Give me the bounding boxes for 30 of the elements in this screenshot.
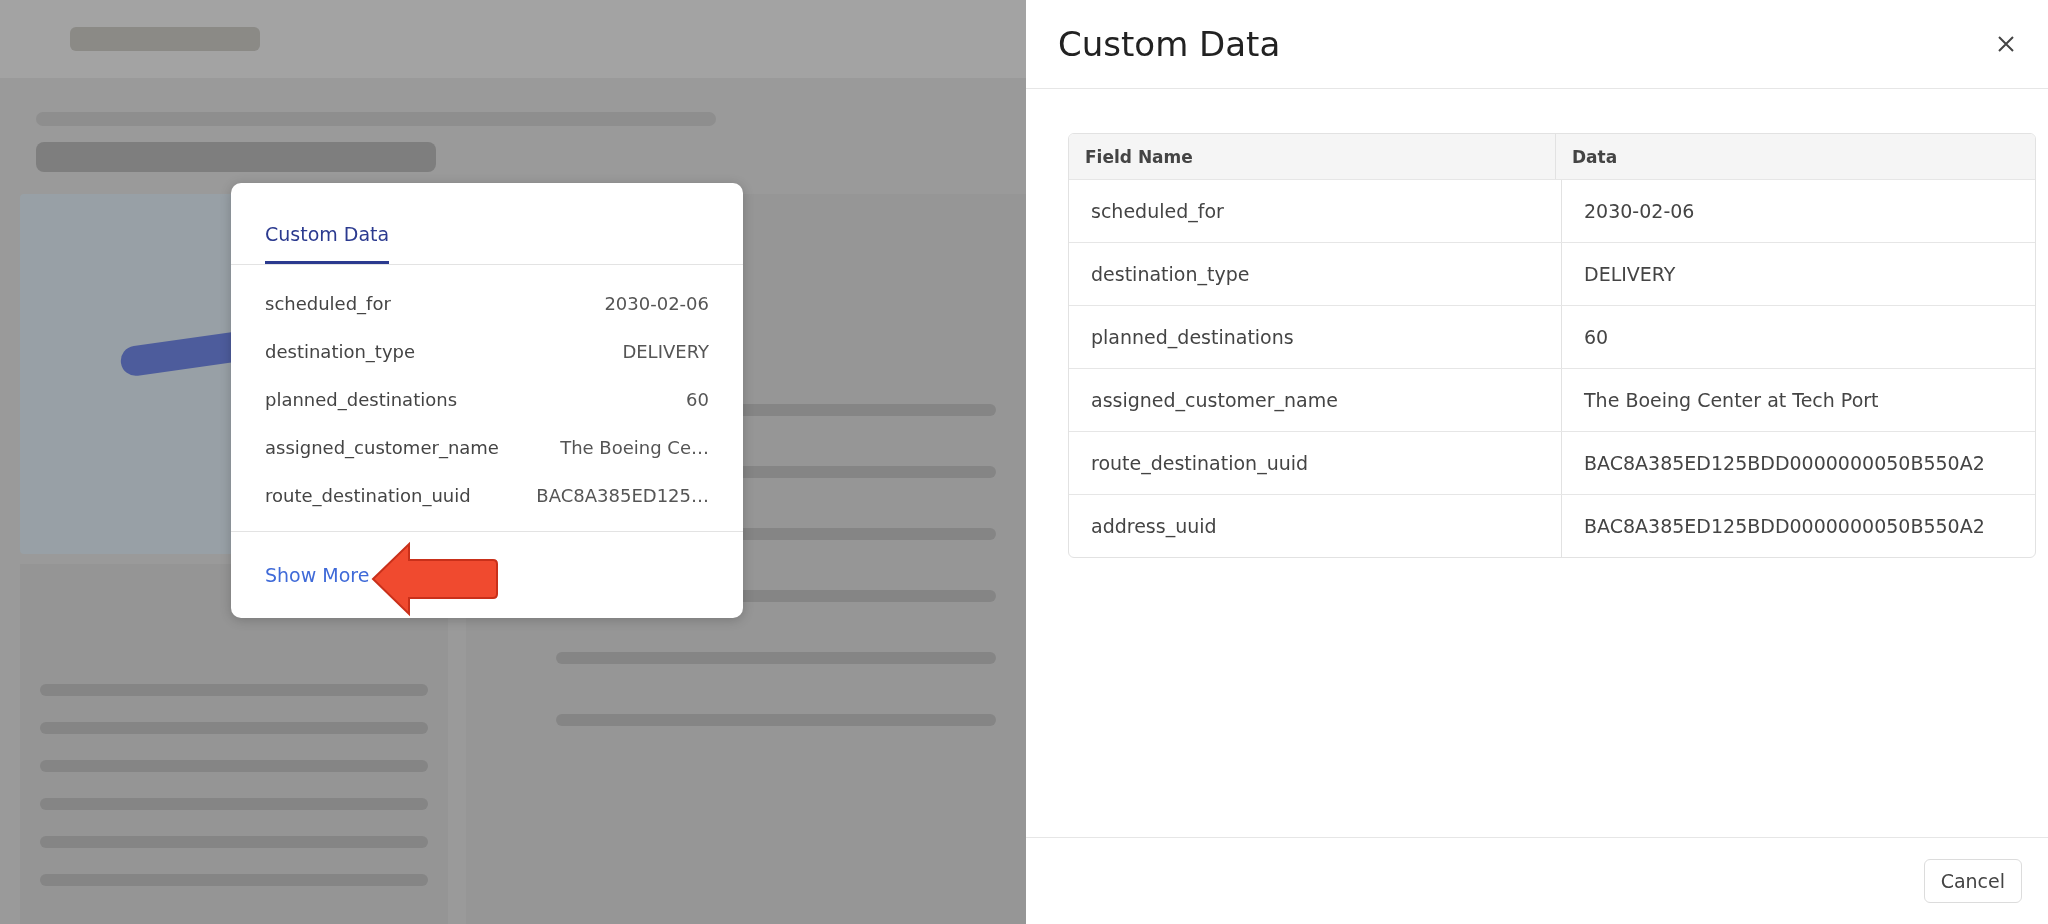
custom-data-tab[interactable]: Custom Data: [265, 223, 390, 264]
table-cell-text: BAC8A385ED125BDD0000000050B550A2: [1583, 451, 1985, 476]
table-cell: scheduled_for: [1069, 180, 1562, 242]
field-name: destination_type: [265, 340, 416, 362]
table-cell: planned_destinations: [1069, 306, 1562, 368]
cancel-button[interactable]: Cancel: [1923, 859, 2022, 903]
field-value: DELIVERY: [622, 340, 709, 362]
arrow-icon: [371, 541, 500, 617]
table-cell: destination_type: [1069, 243, 1562, 305]
table-cell-text: BAC8A385ED125BDD0000000050B550A2: [1583, 514, 1985, 539]
table-cell: assigned_customer_name: [1069, 369, 1562, 431]
table-cell: address_uuid: [1069, 495, 1562, 557]
column-header: Field Name: [1069, 134, 1556, 179]
field-name: assigned_customer_name: [265, 436, 499, 458]
show-more-link[interactable]: Show More: [265, 564, 370, 586]
panel-title: Custom Data: [1058, 24, 1281, 64]
table-cell-text: 2030-02-06: [1583, 199, 1695, 224]
table-cell-text: The Boeing Center at Tech Port: [1583, 388, 1879, 413]
table-cell-text: 60: [1583, 325, 1609, 350]
close-icon[interactable]: [1996, 34, 2016, 54]
field-value: BAC8A385ED125…: [536, 484, 709, 506]
field-value: 60: [686, 388, 709, 410]
field-name: planned_destinations: [265, 388, 457, 410]
field-value: 2030-02-06: [604, 292, 709, 314]
column-header: Data: [1571, 145, 1618, 169]
field-value: The Boeing Ce…: [560, 436, 709, 458]
field-name: route_destination_uuid: [265, 484, 471, 506]
field-name: scheduled_for: [265, 292, 391, 314]
table-cell-text: DELIVERY: [1583, 262, 1676, 287]
table-cell: route_destination_uuid: [1069, 432, 1562, 494]
